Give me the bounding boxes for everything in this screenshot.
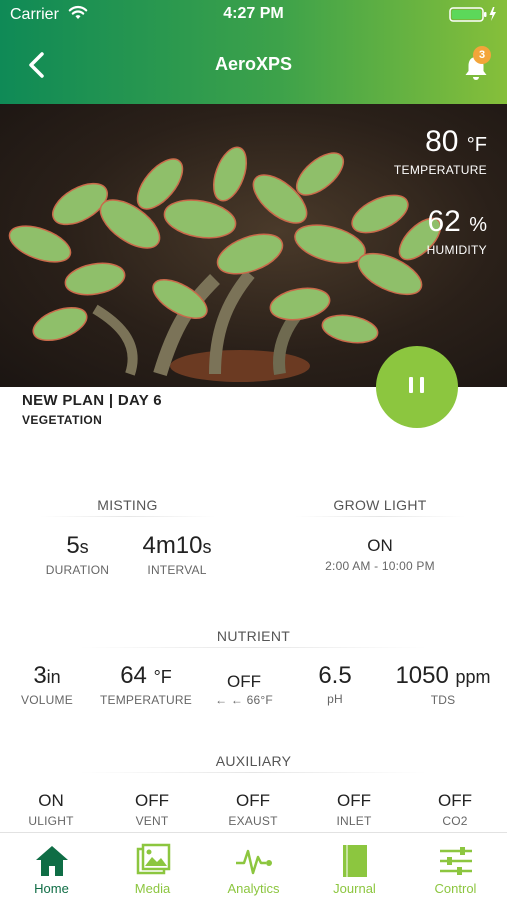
misting-duration-label: DURATION xyxy=(45,563,110,577)
misting-divider xyxy=(40,516,215,517)
aux-item-vent[interactable]: OFF VENT xyxy=(112,790,192,828)
aux-item-ulight[interactable]: ON ULIGHT xyxy=(11,790,91,828)
air-temperature-unit: °F xyxy=(466,134,487,156)
air-humidity-unit: % xyxy=(469,214,487,236)
nutrient-heater: OFF ← ← 66°F xyxy=(205,671,283,707)
app-header: Carrier 4:27 PM AeroXPS 3 xyxy=(0,0,507,104)
nutrient-ph-label: pH xyxy=(327,692,343,706)
tab-home[interactable]: Home xyxy=(1,833,102,900)
misting-duration-unit: s xyxy=(79,537,89,557)
air-humidity-label: HUMIDITY xyxy=(426,243,487,257)
nutrient-temperature-label: TEMPERATURE xyxy=(100,693,192,707)
air-humidity: 62 % HUMIDITY xyxy=(426,205,487,258)
aux-vent-state: OFF xyxy=(135,791,169,810)
analytics-icon xyxy=(236,849,272,875)
nutrient-divider xyxy=(80,647,427,648)
auxiliary-heading: AUXILIARY xyxy=(215,753,292,769)
auxiliary-divider xyxy=(80,772,427,773)
nutrient-tds: 1050 ppm TDS xyxy=(382,662,504,707)
nutrient-temperature: 64 °F TEMPERATURE xyxy=(92,662,200,707)
nutrient-temperature-value: 64 xyxy=(120,662,147,689)
air-temperature-value: 80 xyxy=(425,125,459,158)
nutrient-temperature-unit: °F xyxy=(153,667,172,687)
nutrient-volume-value: 3 xyxy=(33,662,47,689)
grow-light-state: ON xyxy=(367,536,393,555)
page-title: AeroXPS xyxy=(214,54,293,74)
aux-ulight-label: ULIGHT xyxy=(28,814,74,828)
plant-photo: 80 °F TEMPERATURE 62 % HUMIDITY xyxy=(0,104,507,387)
tab-analytics-label: Analytics xyxy=(227,881,280,896)
tab-journal[interactable]: Journal xyxy=(304,833,405,900)
clock: 4:27 PM xyxy=(223,5,284,22)
aux-co2-state: OFF xyxy=(438,791,472,810)
nutrient-tds-value: 1050 xyxy=(395,662,449,689)
nutrient-heading: NUTRIENT xyxy=(216,628,291,644)
tab-analytics[interactable]: Analytics xyxy=(203,833,304,900)
tab-bar: Home Media Analytics Journal Control xyxy=(0,832,507,900)
nutrient-volume-label: VOLUME xyxy=(21,693,73,707)
grow-light-divider xyxy=(295,516,465,517)
nutrient-volume-unit: in xyxy=(46,667,61,687)
aux-inlet-label: INLET xyxy=(336,814,372,828)
tab-media[interactable]: Media xyxy=(102,833,203,900)
nutrient-ph-value: 6.5 xyxy=(318,662,352,689)
battery-icon xyxy=(449,6,499,27)
aux-item-co2[interactable]: OFF CO2 xyxy=(415,790,495,828)
air-temperature: 80 °F TEMPERATURE xyxy=(393,125,487,178)
tab-journal-label: Journal xyxy=(333,881,376,896)
aux-item-inlet[interactable]: OFF INLET xyxy=(314,790,394,828)
grow-light-status: ON 2:00 AM - 10:00 PM xyxy=(290,535,470,573)
tab-home-label: Home xyxy=(34,881,69,896)
tab-control[interactable]: Control xyxy=(405,833,506,900)
grow-light-schedule: 2:00 AM - 10:00 PM xyxy=(325,559,435,573)
aux-item-exaust[interactable]: OFF EXAUST xyxy=(213,790,293,828)
nutrient-tds-label: TDS xyxy=(430,693,456,707)
air-humidity-value: 62 xyxy=(427,205,461,238)
tab-media-label: Media xyxy=(134,881,171,896)
notification-badge: 3 xyxy=(473,46,491,64)
nutrient-heater-detail: ← ← 66°F xyxy=(215,693,273,707)
plan-stage: VEGETATION xyxy=(22,413,103,427)
misting-interval-unit: s xyxy=(202,537,212,557)
misting-interval-value: 4m10 xyxy=(142,532,203,559)
aux-exaust-label: EXAUST xyxy=(228,814,278,828)
aux-co2-label: CO2 xyxy=(442,814,468,828)
media-icon xyxy=(136,843,171,875)
aux-inlet-state: OFF xyxy=(337,791,371,810)
journal-icon xyxy=(343,845,367,877)
nutrient-heater-state: OFF xyxy=(227,672,261,691)
control-icon xyxy=(440,847,472,875)
aux-vent-label: VENT xyxy=(135,814,169,828)
home-icon xyxy=(36,846,68,876)
nutrient-tds-unit: ppm xyxy=(455,667,491,687)
misting-interval: 4m10s INTERVAL xyxy=(122,532,232,577)
air-temperature-label: TEMPERATURE xyxy=(393,163,487,177)
misting-duration: 5s DURATION xyxy=(30,532,125,577)
status-bar: Carrier 4:27 PM xyxy=(0,0,507,30)
pause-button[interactable] xyxy=(376,346,458,428)
nutrient-volume: 3in VOLUME xyxy=(12,662,82,707)
aux-exaust-state: OFF xyxy=(236,791,270,810)
plan-title: NEW PLAN | DAY 6 xyxy=(22,392,162,409)
aux-ulight-state: ON xyxy=(38,791,64,810)
misting-interval-label: INTERVAL xyxy=(147,563,207,577)
nutrient-ph: 6.5 pH xyxy=(300,662,370,706)
misting-heading: MISTING xyxy=(97,497,158,513)
tab-control-label: Control xyxy=(434,881,477,896)
grow-light-heading: GROW LIGHT xyxy=(333,497,427,513)
misting-duration-value: 5 xyxy=(66,532,80,559)
